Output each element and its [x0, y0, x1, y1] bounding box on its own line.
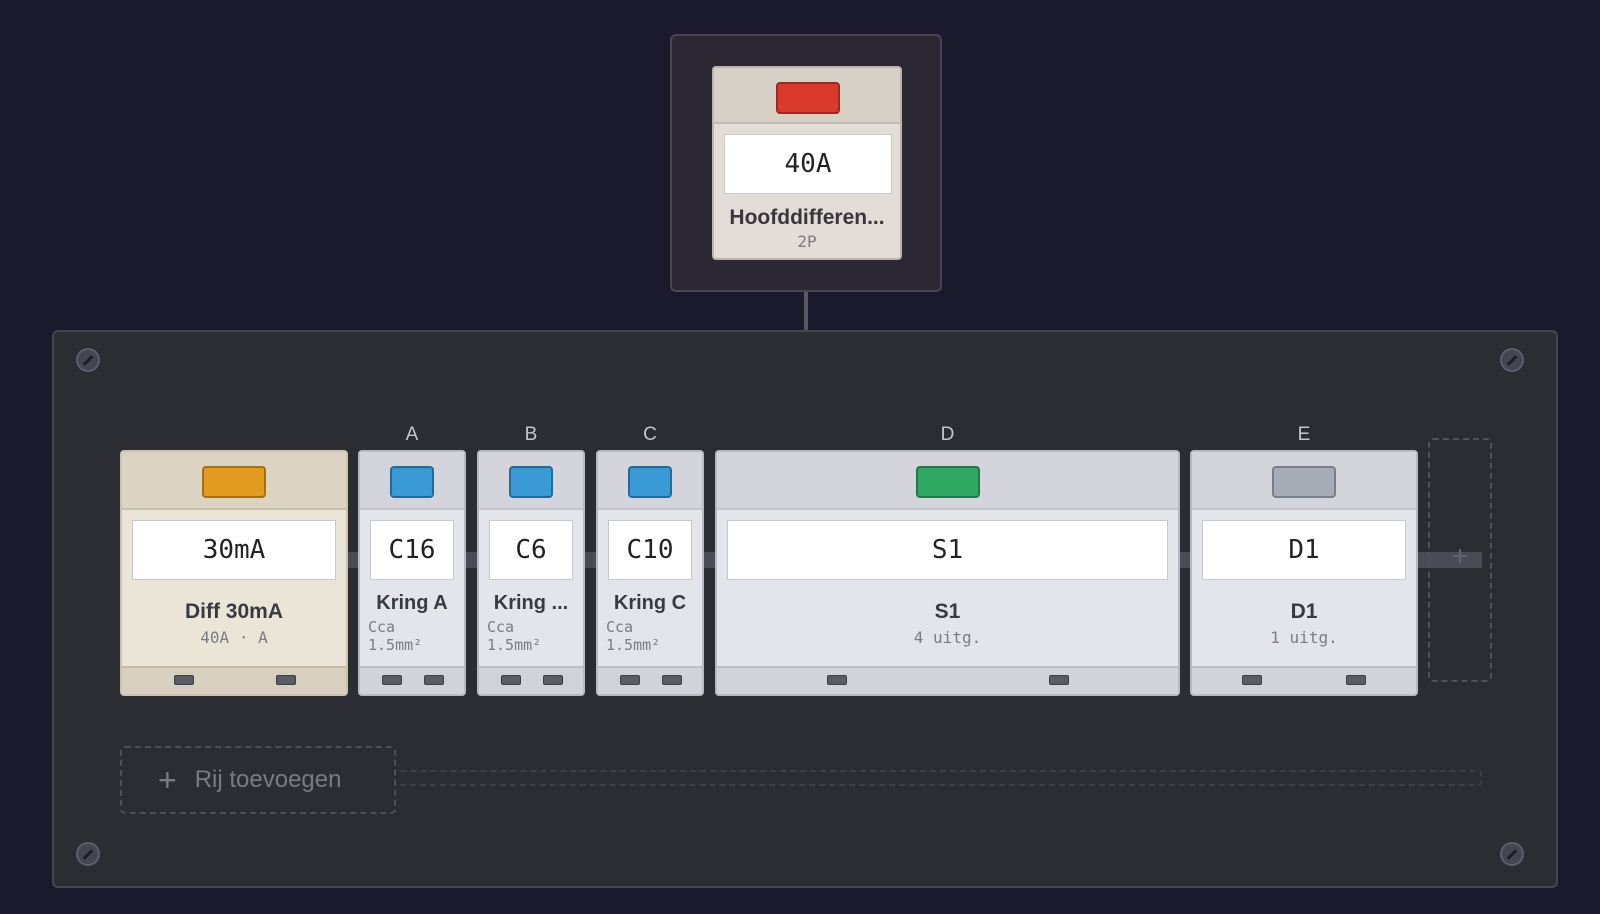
- circuit-toggle-d[interactable]: [915, 466, 980, 498]
- circuit-detail-c: Cca 1.5mm²: [606, 618, 661, 654]
- circuit-detail-d: 4 uitg.: [913, 628, 982, 647]
- terminal-icon: [1346, 675, 1366, 685]
- screw-icon: [76, 842, 100, 866]
- add-row-button[interactable]: + Rij toevoegen: [120, 746, 396, 814]
- module-terminals: [122, 666, 346, 694]
- main-breaker-module[interactable]: 40A Hoofddifferen... 2P: [712, 66, 902, 260]
- canvas: 40A Hoofddifferen... 2P A B C D E 30mA D…: [0, 0, 1600, 914]
- plus-icon: +: [158, 762, 177, 798]
- terminal-icon: [174, 675, 194, 685]
- main-breaker-housing: 40A Hoofddifferen... 2P: [670, 34, 942, 292]
- terminal-icon: [662, 675, 682, 685]
- add-row-label: Rij toevoegen: [194, 766, 342, 793]
- screw-icon: [76, 348, 100, 372]
- main-breaker-toggle[interactable]: [776, 82, 840, 114]
- differential-detail: 40A · A: [200, 628, 268, 647]
- module-terminals: [598, 666, 702, 694]
- circuit-rating-e: D1: [1202, 520, 1406, 580]
- module-toggle-area: [122, 452, 346, 510]
- circuit-module-e[interactable]: D1 D1 1 uitg.: [1190, 450, 1418, 696]
- module-toggle-area: [1192, 452, 1416, 510]
- terminal-icon: [1049, 675, 1069, 685]
- differential-module[interactable]: 30mA Diff 30mA 40A · A: [120, 450, 348, 696]
- differential-toggle[interactable]: [202, 466, 266, 498]
- screw-icon: [1500, 348, 1524, 372]
- differential-name: Diff 30mA: [184, 600, 284, 623]
- screw-icon: [1500, 842, 1524, 866]
- module-terminals: [479, 666, 583, 694]
- terminal-icon: [620, 675, 640, 685]
- terminal-icon: [1242, 675, 1262, 685]
- module-terminals: [1192, 666, 1416, 694]
- circuit-label-b: B: [524, 424, 538, 445]
- main-breaker-name: Hoofddifferen...: [729, 206, 885, 229]
- circuit-label-c: C: [643, 424, 657, 445]
- circuit-name-b: Kring ...: [493, 592, 569, 614]
- circuit-toggle-b[interactable]: [509, 466, 553, 498]
- module-toggle-area: [717, 452, 1178, 510]
- circuit-label-d: D: [940, 424, 955, 445]
- circuit-toggle-e[interactable]: [1272, 466, 1336, 498]
- feed-wire: [804, 292, 808, 332]
- circuit-rating-d: S1: [727, 520, 1168, 580]
- terminal-icon: [501, 675, 521, 685]
- main-breaker-toggle-area: [714, 68, 900, 124]
- add-module-slot[interactable]: +: [1428, 438, 1492, 682]
- circuit-module-d[interactable]: S1 S1 4 uitg.: [715, 450, 1180, 696]
- terminal-icon: [827, 675, 847, 685]
- circuit-toggle-a[interactable]: [390, 466, 434, 498]
- circuit-name-c: Kring C: [613, 592, 687, 614]
- module-toggle-area: [598, 452, 702, 510]
- circuit-label-a: A: [405, 424, 419, 445]
- main-breaker-poles: 2P: [797, 232, 817, 251]
- plus-icon: +: [1451, 540, 1469, 573]
- circuit-detail-b: Cca 1.5mm²: [487, 618, 542, 654]
- differential-rating: 30mA: [132, 520, 336, 580]
- circuit-rating-b: C6: [489, 520, 573, 580]
- circuit-module-a[interactable]: C16 Kring A Cca 1.5mm²: [358, 450, 466, 696]
- terminal-icon: [424, 675, 444, 685]
- terminal-icon: [276, 675, 296, 685]
- circuit-toggle-c[interactable]: [628, 466, 672, 498]
- module-toggle-area: [479, 452, 583, 510]
- circuit-label-e: E: [1297, 424, 1311, 445]
- circuit-name-a: Kring A: [376, 592, 448, 614]
- circuit-rating-c: C10: [608, 520, 692, 580]
- terminal-icon: [382, 675, 402, 685]
- module-toggle-area: [360, 452, 464, 510]
- circuit-name-e: D1: [1290, 600, 1318, 623]
- circuit-name-d: S1: [934, 600, 961, 623]
- circuit-detail-e: 1 uitg.: [1270, 628, 1338, 647]
- module-terminals: [717, 666, 1178, 694]
- circuit-module-b[interactable]: C6 Kring ... Cca 1.5mm²: [477, 450, 585, 696]
- terminal-icon: [543, 675, 563, 685]
- main-breaker-rating: 40A: [724, 134, 892, 194]
- circuit-detail-a: Cca 1.5mm²: [368, 618, 423, 654]
- circuit-rating-a: C16: [370, 520, 454, 580]
- module-terminals: [360, 666, 464, 694]
- circuit-module-c[interactable]: C10 Kring C Cca 1.5mm²: [596, 450, 704, 696]
